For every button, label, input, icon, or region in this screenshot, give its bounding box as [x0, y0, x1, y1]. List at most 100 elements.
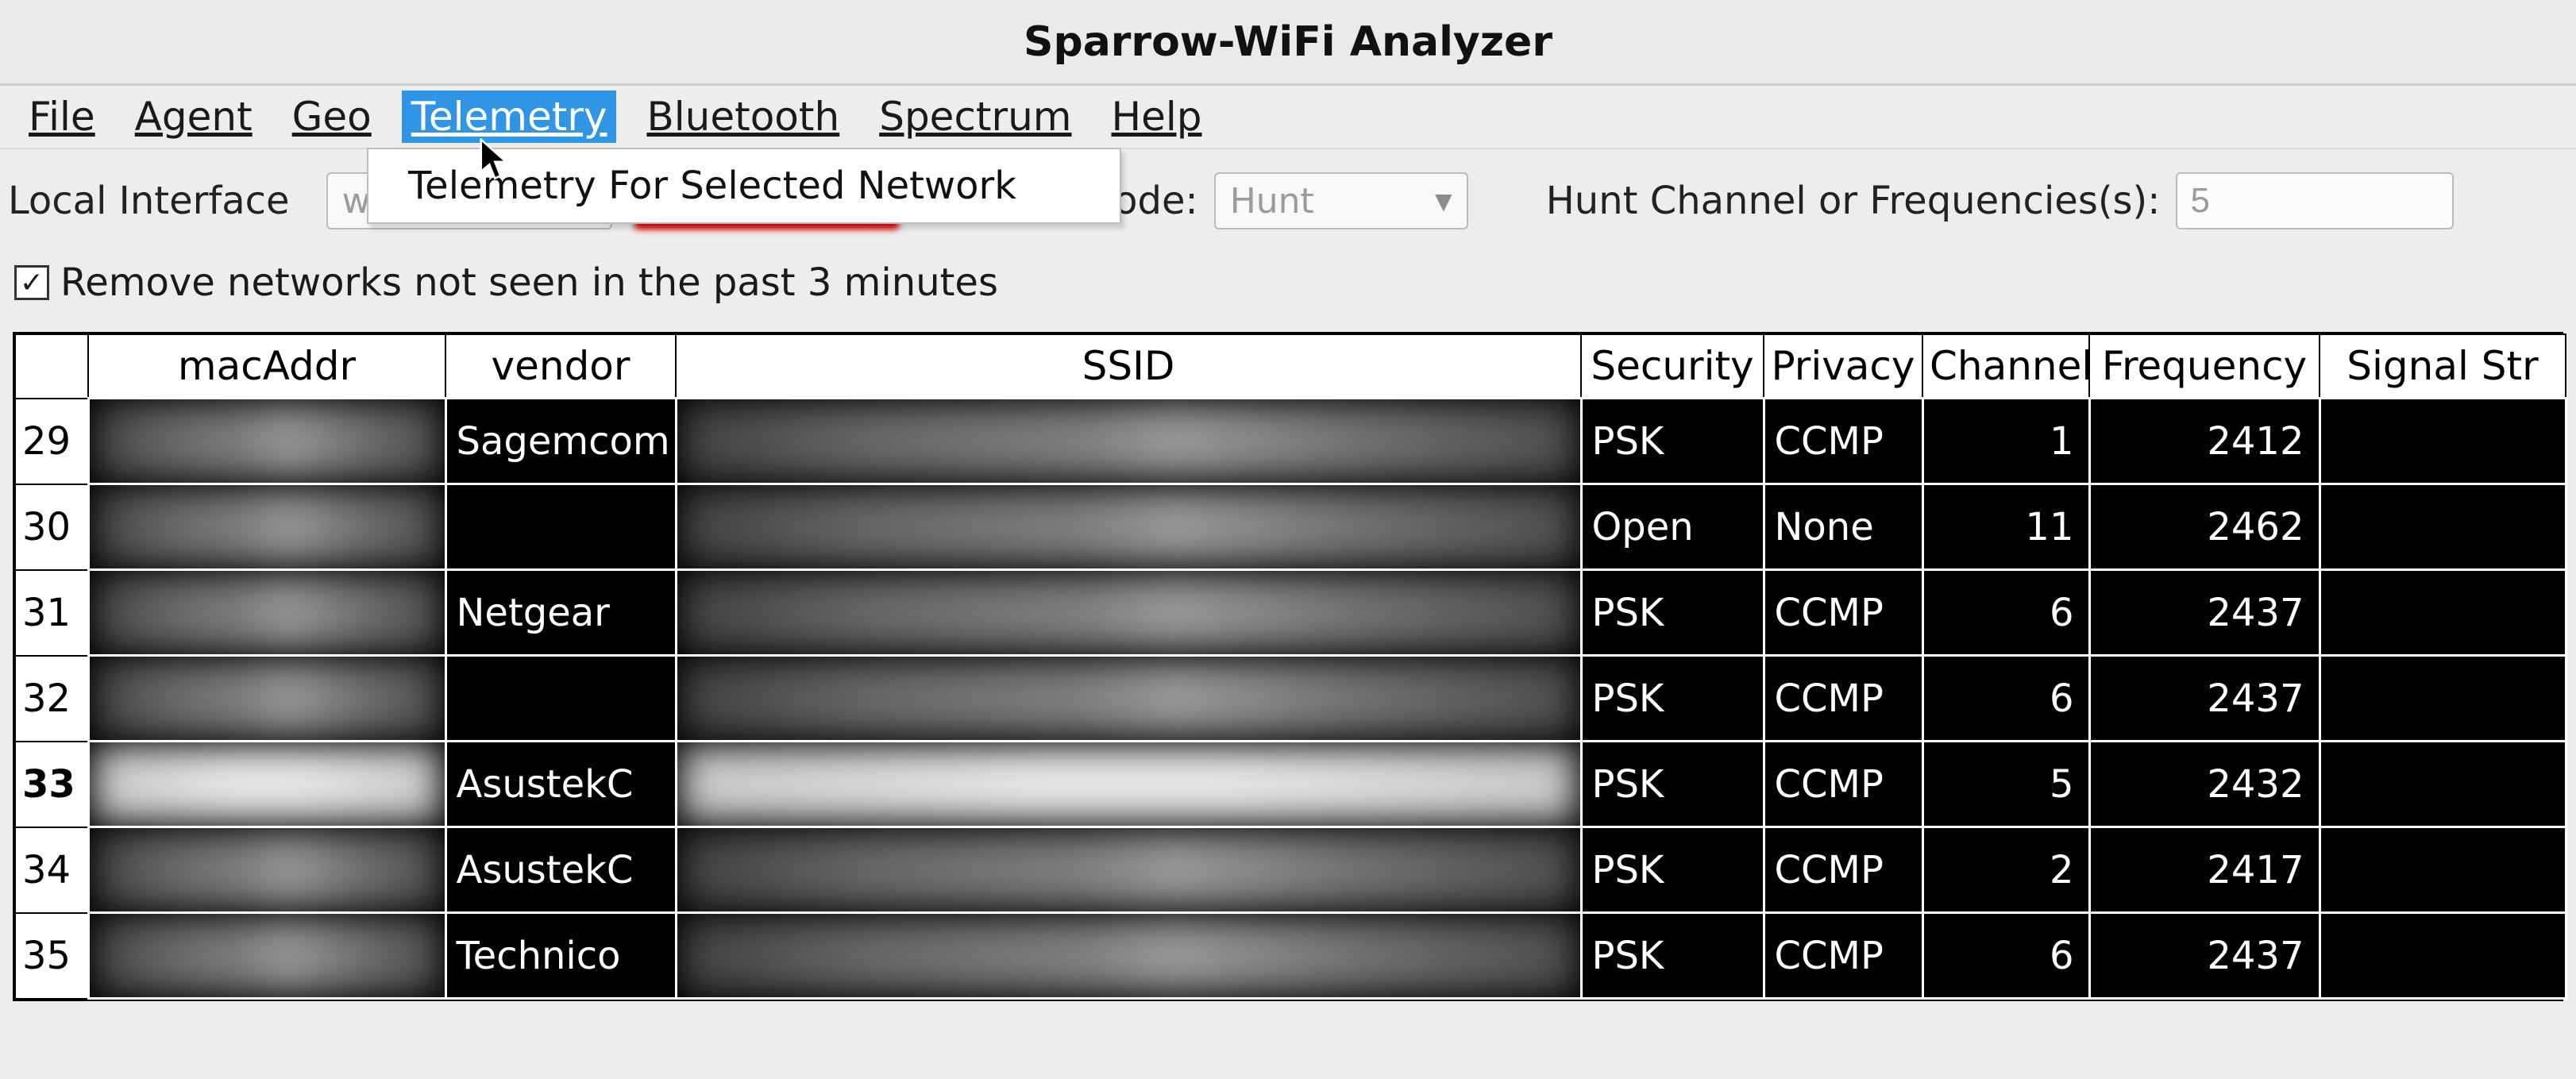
- table-row[interactable]: 31NetgearPSKCCMP62437: [15, 570, 2566, 656]
- cell-signal: [2320, 742, 2566, 827]
- menu-spectrum[interactable]: Spectrum: [870, 91, 1081, 143]
- cell-channel: 6: [1922, 656, 2089, 742]
- cell-ssid: [676, 570, 1581, 656]
- cell-privacy: CCMP: [1764, 742, 1922, 827]
- col-header-ssid[interactable]: SSID: [676, 334, 1581, 399]
- table-row[interactable]: 34 AsustekC PSKCCMP22417: [15, 827, 2566, 913]
- cell-frequency: 2437: [2089, 570, 2320, 656]
- cell-ssid: [676, 399, 1581, 484]
- cell-privacy: CCMP: [1764, 570, 1922, 656]
- local-interface-label: Local Interface: [8, 179, 290, 223]
- cell-ssid: [676, 913, 1581, 999]
- cell-vendor: AsustekC: [445, 827, 676, 913]
- cell-security: PSK: [1581, 399, 1764, 484]
- table-row[interactable]: 32 PSKCCMP62437: [15, 656, 2566, 742]
- cell-mac: [88, 399, 445, 484]
- chevron-down-icon: ▼: [1435, 188, 1452, 214]
- cell-index: 34: [15, 827, 88, 913]
- cell-privacy: CCMP: [1764, 913, 1922, 999]
- col-header-privacy[interactable]: Privacy: [1764, 334, 1922, 399]
- cell-security: Open: [1581, 484, 1764, 570]
- cell-signal: [2320, 570, 2566, 656]
- cell-channel: 1: [1922, 399, 2089, 484]
- cell-channel: 2: [1922, 827, 2089, 913]
- cell-frequency: 2417: [2089, 827, 2320, 913]
- cell-ssid: [676, 827, 1581, 913]
- col-header-index[interactable]: [15, 334, 88, 399]
- networks-table-wrap: macAddr vendor SSID Security Privacy Cha…: [13, 332, 2563, 1001]
- menu-file[interactable]: File: [19, 91, 105, 143]
- check-icon: ✓: [20, 267, 44, 299]
- cell-frequency: 2432: [2089, 742, 2320, 827]
- menu-help[interactable]: Help: [1102, 91, 1212, 143]
- cell-privacy: CCMP: [1764, 399, 1922, 484]
- col-header-signal[interactable]: Signal Str: [2320, 334, 2566, 399]
- menu-bluetooth[interactable]: Bluetooth: [637, 91, 849, 143]
- cell-index: 29: [15, 399, 88, 484]
- menu-geo[interactable]: Geo: [283, 91, 381, 143]
- col-header-security[interactable]: Security: [1581, 334, 1764, 399]
- cell-privacy: None: [1764, 484, 1922, 570]
- cell-vendor: [445, 484, 676, 570]
- table-header-row: macAddr vendor SSID Security Privacy Cha…: [15, 334, 2566, 399]
- cell-ssid: [676, 656, 1581, 742]
- cell-security: PSK: [1581, 656, 1764, 742]
- cell-index: 31: [15, 570, 88, 656]
- col-header-frequency[interactable]: Frequency: [2089, 334, 2320, 399]
- networks-table: macAddr vendor SSID Security Privacy Cha…: [14, 333, 2567, 1000]
- cell-frequency: 2437: [2089, 913, 2320, 999]
- cell-frequency: 2412: [2089, 399, 2320, 484]
- menu-telemetry[interactable]: Telemetry: [402, 91, 617, 143]
- cell-index: 33: [15, 742, 88, 827]
- cell-privacy: CCMP: [1764, 827, 1922, 913]
- cell-index: 35: [15, 913, 88, 999]
- cell-signal: [2320, 484, 2566, 570]
- cell-frequency: 2462: [2089, 484, 2320, 570]
- cell-signal: [2320, 827, 2566, 913]
- menu-agent[interactable]: Agent: [125, 91, 262, 143]
- remove-old-networks-row: ✓ Remove networks not seen in the past 3…: [0, 252, 2576, 332]
- cell-channel: 11: [1922, 484, 2089, 570]
- scan-mode-value: Hunt: [1230, 181, 1314, 222]
- cell-ssid: [676, 742, 1581, 827]
- cell-privacy: CCMP: [1764, 656, 1922, 742]
- cell-security: PSK: [1581, 913, 1764, 999]
- cell-signal: [2320, 399, 2566, 484]
- cell-signal: [2320, 913, 2566, 999]
- cell-channel: 5: [1922, 742, 2089, 827]
- cell-mac: [88, 827, 445, 913]
- cell-vendor: [445, 656, 676, 742]
- hunt-channel-input[interactable]: [2176, 172, 2454, 229]
- remove-old-networks-label: Remove networks not seen in the past 3 m…: [60, 260, 998, 305]
- cell-mac: [88, 484, 445, 570]
- table-row[interactable]: 35TechnicoPSKCCMP62437: [15, 913, 2566, 999]
- col-header-channel[interactable]: Channel: [1922, 334, 2089, 399]
- dropdown-item-telemetry-selected-network[interactable]: Telemetry For Selected Network: [368, 149, 1120, 222]
- cell-ssid: [676, 484, 1581, 570]
- hunt-channel-label: Hunt Channel or Frequencies(s):: [1546, 179, 2161, 223]
- cell-mac: [88, 742, 445, 827]
- cell-mac: [88, 570, 445, 656]
- cell-channel: 6: [1922, 913, 2089, 999]
- cell-mac: [88, 656, 445, 742]
- cell-security: PSK: [1581, 827, 1764, 913]
- window-titlebar: Sparrow-WiFi Analyzer: [0, 0, 2576, 86]
- cell-vendor: Netgear: [445, 570, 676, 656]
- table-row[interactable]: 29 Sagemcom PSKCCMP12412: [15, 399, 2566, 484]
- col-header-mac[interactable]: macAddr: [88, 334, 445, 399]
- cell-index: 30: [15, 484, 88, 570]
- cell-security: PSK: [1581, 742, 1764, 827]
- col-header-vendor[interactable]: vendor: [445, 334, 676, 399]
- telemetry-dropdown: Telemetry For Selected Network: [367, 148, 1121, 224]
- cell-vendor: Sagemcom: [445, 399, 676, 484]
- cell-security: PSK: [1581, 570, 1764, 656]
- cell-frequency: 2437: [2089, 656, 2320, 742]
- cell-mac: [88, 913, 445, 999]
- remove-old-networks-checkbox[interactable]: ✓: [14, 265, 49, 300]
- window-title: Sparrow-WiFi Analyzer: [1024, 18, 1552, 66]
- scan-mode-select[interactable]: Hunt ▼: [1214, 172, 1468, 229]
- table-row[interactable]: 33 AsustekC PSKCCMP52432: [15, 742, 2566, 827]
- table-row[interactable]: 30 OpenNone112462: [15, 484, 2566, 570]
- cell-vendor: AsustekC: [445, 742, 676, 827]
- cell-index: 32: [15, 656, 88, 742]
